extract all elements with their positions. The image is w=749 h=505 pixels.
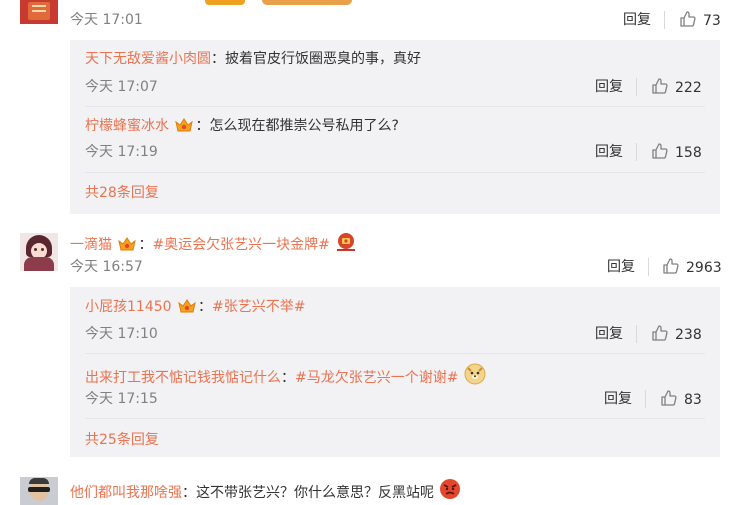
divider [636,143,637,161]
reply-button[interactable]: 回复 [595,324,623,344]
avatar[interactable] [20,0,58,24]
like-button[interactable]: 222 [651,77,702,98]
like-count: 73 [703,13,721,29]
reply-username[interactable]: 天下无敌爱酱小肉圆 [85,51,211,67]
more-replies-link[interactable]: 共28条回复 [85,183,159,203]
reply-username[interactable]: 柠檬蜂蜜冰水 [85,118,169,134]
divider [636,78,637,96]
thumbs-up-icon [652,78,668,94]
reply-button[interactable]: 回复 [595,77,623,97]
like-button[interactable]: 238 [651,324,702,345]
divider [636,325,637,343]
thumbs-up-icon [663,258,679,274]
reply-time: 今天 17:19 [85,144,158,160]
vip-crown-icon [175,118,194,132]
comment-username[interactable]: 一滴猫 [70,237,112,253]
more-replies-link[interactable]: 共25条回复 [85,430,159,450]
like-count: 83 [684,392,702,408]
reply-text: 怎么现在都推崇公号私用了么? [209,118,399,134]
like-count: 238 [675,327,702,343]
comment-username[interactable]: 他们都叫我那啥强 [70,485,182,501]
thumbs-up-icon [652,143,668,159]
like-button[interactable]: 2963 [662,257,722,278]
doge-emoji-icon [464,363,486,385]
sub-reply: 柠檬蜂蜜冰水 ：怎么现在都推崇公号私用了么? [85,118,399,134]
divider [645,390,646,408]
topic-link[interactable]: #张艺兴不举# [212,299,305,315]
angry-face-icon [440,479,461,499]
comment-body: 一滴猫 ：#奥运会欠张艺兴一块金牌# [70,231,358,255]
red-envelope-emoji-icon [337,233,356,251]
divider [648,258,649,276]
comment-text: 这不带张艺兴？你什么意思？反黑站呢 [196,485,434,501]
like-button[interactable]: 83 [660,389,702,410]
like-button[interactable]: 158 [651,142,702,163]
like-button[interactable]: 73 [679,10,721,31]
vip-crown-icon [118,237,137,251]
vip-crown-icon [178,299,196,313]
reply-username[interactable]: 出来打工我不惦记钱我惦记什么 [85,370,281,386]
partial-emoji-strip [262,0,352,5]
comment-time: 今天 16:57 [70,259,143,275]
reply-text: 披着官皮行饭圈恶臭的事，真好 [225,51,421,67]
comment-body: 他们都叫我那啥强：这不带张艺兴？你什么意思？反黑站呢 [70,477,462,503]
reply-button[interactable]: 回复 [604,389,632,409]
like-count: 2963 [686,260,722,276]
sub-reply: 出来打工我不惦记钱我惦记什么：#马龙欠张艺兴一个谢谢# [85,362,487,388]
thumbs-up-icon [661,390,677,406]
thumbs-up-icon [652,325,668,341]
topic-link[interactable]: #奥运会欠张艺兴一块金牌# [152,237,329,253]
reply-button[interactable]: 回复 [607,257,635,277]
thumbs-up-icon [680,11,696,27]
comment-time: 今天 17:01 [70,12,143,28]
divider-line [85,353,705,354]
sub-reply: 小屁孩11450 ：#张艺兴不举# [85,299,306,315]
reply-time: 今天 17:10 [85,326,158,342]
reply-time: 今天 17:07 [85,79,158,95]
reply-button[interactable]: 回复 [623,10,651,30]
avatar[interactable] [20,477,58,505]
reply-button[interactable]: 回复 [595,142,623,162]
like-count: 222 [675,80,702,96]
divider [664,11,665,29]
reply-time: 今天 17:15 [85,391,158,407]
divider-line [85,172,705,173]
divider-line [85,418,705,419]
avatar[interactable] [20,233,58,271]
sub-reply: 天下无敌爱酱小肉圆：披着官皮行饭圈恶臭的事，真好 [85,51,421,67]
like-count: 158 [675,145,702,161]
reply-username[interactable]: 小屁孩11450 [85,299,172,315]
partial-emoji-strip [205,0,245,5]
divider-line [85,106,705,107]
topic-link[interactable]: #马龙欠张艺兴一个谢谢# [295,370,458,386]
